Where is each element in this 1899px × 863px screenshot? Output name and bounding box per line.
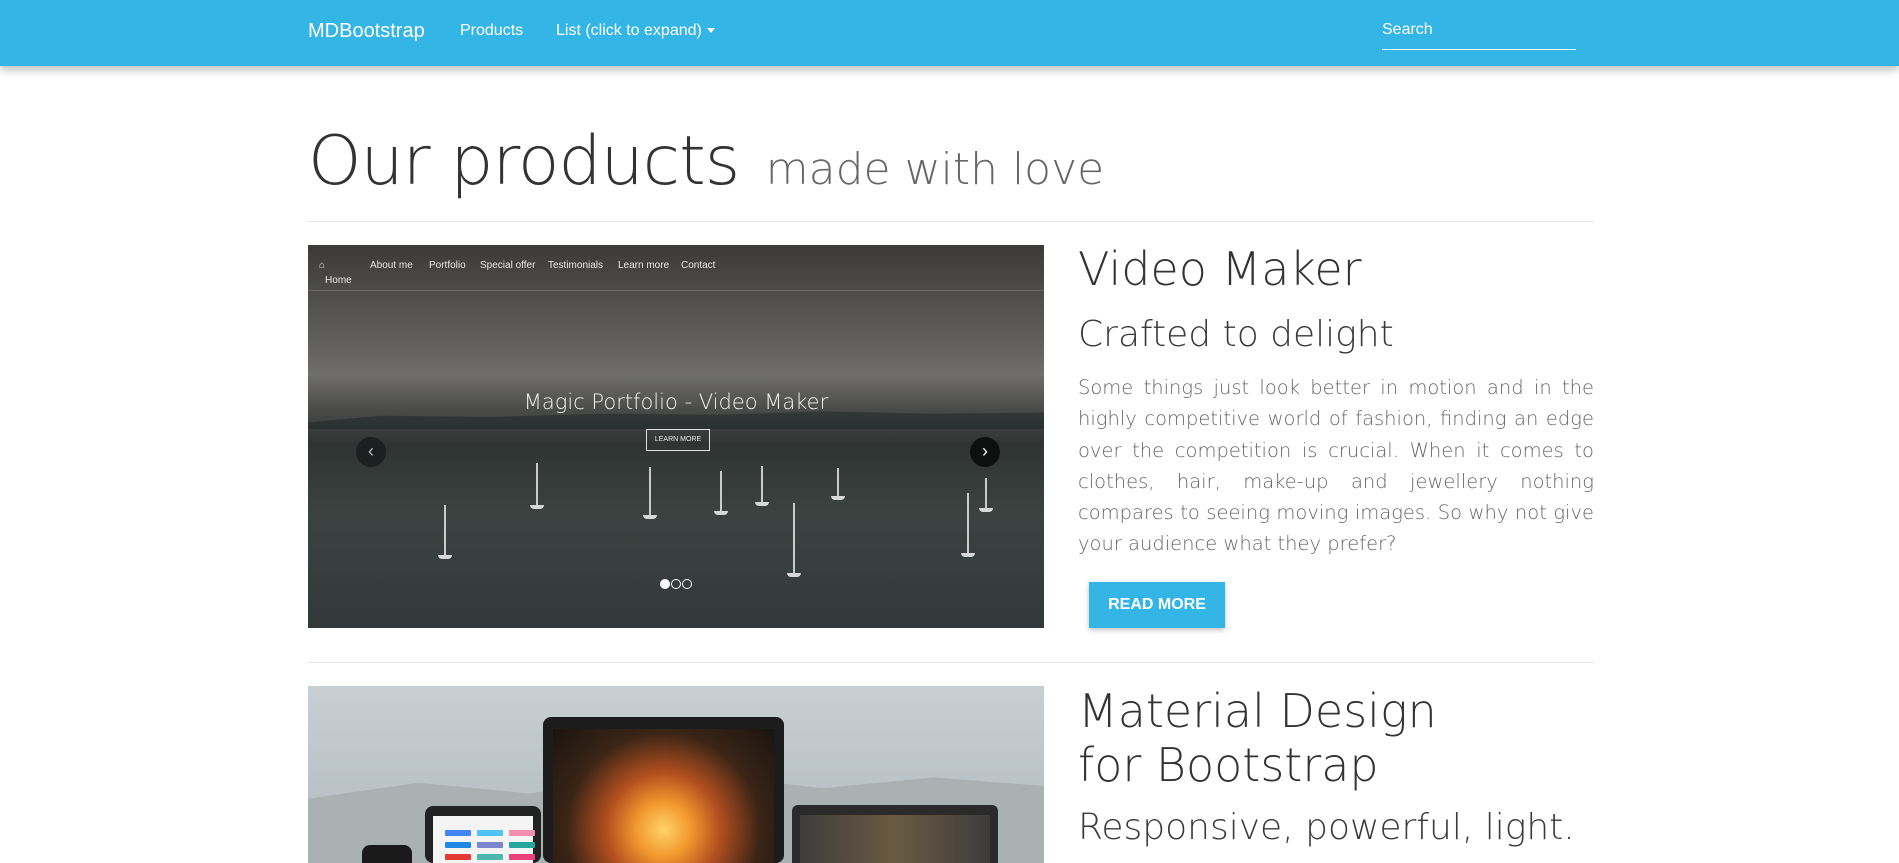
- laptop-screen: [800, 815, 990, 863]
- page-title: Our products made with love: [308, 128, 1104, 196]
- mock-button: [445, 830, 471, 836]
- caret-down-icon: [706, 28, 715, 34]
- phone-device: [362, 845, 412, 863]
- sunset-screen: [553, 729, 774, 863]
- product-title: Material Design for Bootstrap: [1078, 684, 1437, 792]
- mock-button: [509, 842, 535, 848]
- nav-list-dropdown[interactable]: List (click to expand): [556, 22, 715, 40]
- nav-list-label: List (click to expand): [556, 22, 702, 39]
- carousel-next-icon[interactable]: ›: [970, 437, 1000, 467]
- ipad-device: [425, 806, 541, 863]
- mini-nav-contact[interactable]: Contact: [681, 260, 715, 271]
- video-carousel[interactable]: ⌂ Home About me Portfolio Special offer …: [308, 245, 1044, 628]
- page-title-main: Our products: [308, 122, 740, 201]
- brand-link[interactable]: MDBootstrap: [308, 20, 425, 43]
- boat: [755, 466, 769, 506]
- product-title: Video Maker: [1078, 242, 1362, 296]
- mock-button: [477, 842, 503, 848]
- boat: [643, 467, 657, 519]
- product-description: Some things just look better in motion a…: [1078, 376, 1594, 556]
- boat: [979, 478, 993, 512]
- mock-button: [477, 830, 503, 836]
- carousel-mini-nav: ⌂ Home About me Portfolio Special offer …: [308, 245, 1044, 291]
- boat: [961, 493, 975, 557]
- mini-nav-testimonials[interactable]: Testimonials: [548, 260, 603, 271]
- mini-nav-portfolio[interactable]: Portfolio: [429, 260, 466, 271]
- mini-nav-learn-more[interactable]: Learn more: [618, 260, 669, 271]
- mini-nav-home[interactable]: ⌂ Home: [319, 260, 352, 286]
- mini-nav-special-offer[interactable]: Special offer: [480, 260, 535, 271]
- product-subtitle: Crafted to delight: [1078, 314, 1394, 355]
- mock-button: [509, 830, 535, 836]
- carousel-indicators: [660, 576, 693, 594]
- mini-nav-home-label: Home: [325, 275, 352, 286]
- boat: [787, 503, 801, 577]
- read-more-button[interactable]: READ MORE: [1089, 582, 1225, 628]
- carousel-indicator[interactable]: [671, 579, 681, 589]
- divider: [308, 221, 1594, 222]
- product-subtitle: Responsive, powerful, light.: [1078, 807, 1575, 848]
- divider: [308, 662, 1594, 663]
- boat: [714, 471, 728, 515]
- navbar: MDBootstrap Products List (click to expa…: [0, 0, 1899, 66]
- devices-mockup-image: [308, 686, 1044, 863]
- laptop-device: [792, 805, 998, 863]
- boat: [438, 505, 452, 559]
- search-input[interactable]: [1382, 10, 1576, 50]
- nav-products-link[interactable]: Products: [460, 22, 523, 40]
- ipad-screen: [433, 816, 535, 863]
- carousel-caption: Magic Portfolio - Video Maker: [523, 390, 829, 414]
- tablet-device: [543, 717, 784, 863]
- boat: [831, 468, 845, 500]
- boat: [530, 463, 544, 509]
- carousel-indicator[interactable]: [682, 579, 692, 589]
- carousel-prev-icon[interactable]: ‹: [356, 437, 386, 467]
- mock-button: [445, 842, 471, 848]
- mock-button: [477, 854, 503, 860]
- mini-nav-about[interactable]: About me: [370, 260, 413, 271]
- page-title-subtitle: made with love: [765, 144, 1105, 195]
- mock-button: [509, 854, 535, 860]
- carousel-indicator[interactable]: [660, 579, 670, 589]
- mock-button: [445, 854, 471, 860]
- carousel-learn-more-button[interactable]: LEARN MORE: [646, 429, 710, 451]
